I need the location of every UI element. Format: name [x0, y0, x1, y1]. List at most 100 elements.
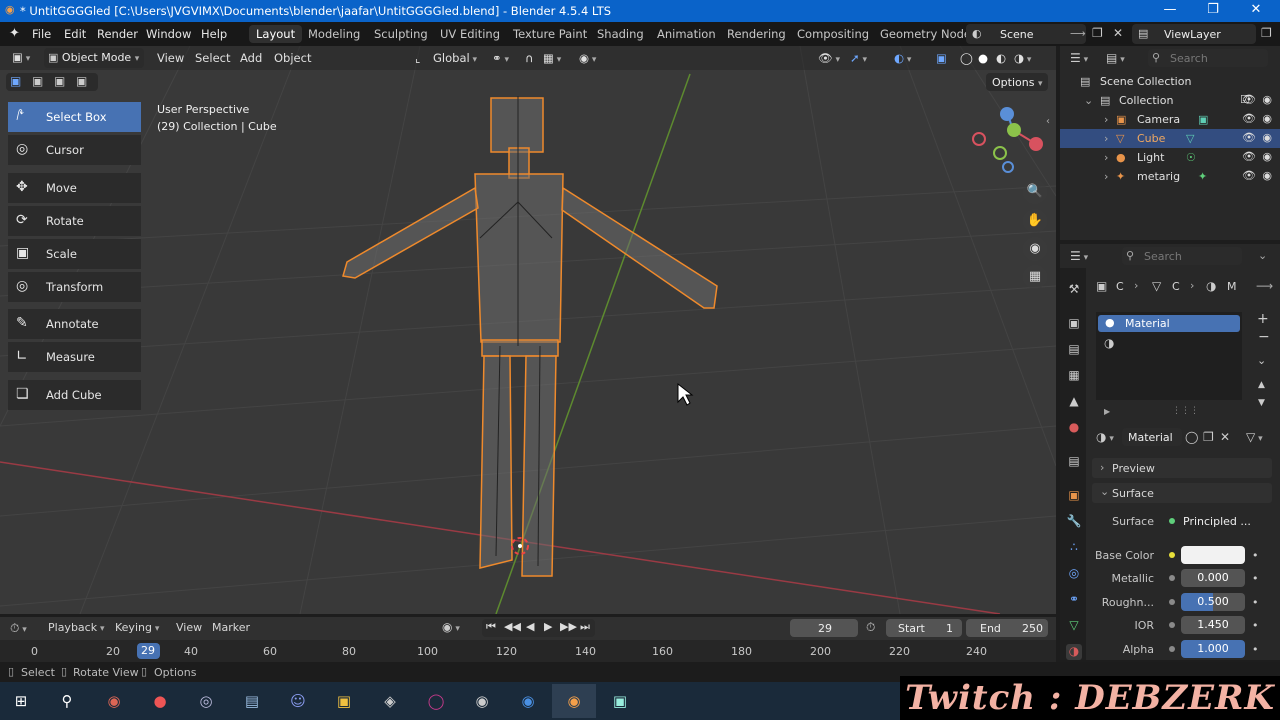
end-frame-field[interactable]: End 250: [966, 619, 1048, 637]
tab-compositing[interactable]: Compositing: [790, 25, 876, 43]
move-up-icon[interactable]: ▲: [1258, 380, 1265, 390]
rendered-shading-icon[interactable]: ◑: [1014, 51, 1031, 65]
material-shading-icon[interactable]: ◐: [996, 51, 1006, 65]
metallic-field[interactable]: 0.000: [1181, 569, 1245, 587]
visibility-eye-icon[interactable]: 👁: [1242, 150, 1256, 163]
render-camera-icon[interactable]: ◉: [1262, 169, 1272, 182]
proportional-edit-icon[interactable]: ◉: [579, 51, 596, 65]
tool-add-cube[interactable]: ❏ Add Cube: [8, 380, 141, 410]
auto-keying-icon[interactable]: ◉: [442, 620, 460, 634]
windows-start-icon[interactable]: ⊞: [8, 688, 34, 714]
outliner-search-input[interactable]: ⚲ Search: [1148, 49, 1268, 67]
roughness-socket-icon[interactable]: [1169, 599, 1175, 605]
menu-edit[interactable]: Edit: [64, 27, 86, 41]
outliner-row-light[interactable]: › ● Light ☉ 👁 ◉: [1060, 148, 1280, 167]
collapse-chevron-icon[interactable]: ⌄: [1084, 94, 1093, 107]
tool-scale[interactable]: ▣ Scale: [8, 239, 141, 269]
tab-layout[interactable]: Layout: [249, 25, 303, 43]
object-tab-icon[interactable]: ▣: [1066, 488, 1082, 504]
outliner-row-collection[interactable]: ⌄ ▤ Collection ☑ 👁 ◉: [1060, 91, 1280, 110]
render-camera-icon[interactable]: ◉: [1262, 150, 1272, 163]
search-taskbar-icon[interactable]: ⚲: [54, 688, 80, 714]
tool-cursor[interactable]: ◎ Cursor: [8, 135, 141, 165]
ior-socket-icon[interactable]: [1169, 622, 1175, 628]
remove-slot-icon[interactable]: −: [1258, 329, 1270, 345]
base-color-socket-icon[interactable]: [1169, 552, 1175, 558]
tool-transform[interactable]: ◎ Transform: [8, 272, 141, 302]
metallic-keyframe-dot-icon[interactable]: •: [1252, 572, 1259, 585]
opera-gx-icon[interactable]: ◯: [423, 688, 449, 714]
selected-cube-mesh[interactable]: [342, 97, 718, 577]
navigation-gizmo[interactable]: [972, 107, 1043, 173]
unlink-material-icon[interactable]: ✕: [1220, 430, 1230, 444]
tab-animation[interactable]: Animation: [650, 25, 723, 43]
select-new-icon[interactable]: ▣: [10, 74, 21, 88]
select-extend-icon[interactable]: ▣: [32, 74, 43, 88]
viewport-menu-select[interactable]: Select: [195, 51, 230, 65]
material-tab-icon[interactable]: ◑: [1066, 644, 1082, 660]
microphone-app-icon[interactable]: ●: [147, 688, 173, 714]
mode-selector[interactable]: ▣ Object Mode: [44, 48, 144, 68]
maximize-button[interactable]: ❐: [1193, 2, 1233, 17]
jump-keyframe-forward-icon[interactable]: ▶▶: [560, 620, 577, 633]
broadcast-app-icon[interactable]: ◎: [193, 688, 219, 714]
timeline-menu-marker[interactable]: Marker: [212, 621, 250, 634]
base-color-keyframe-dot-icon[interactable]: •: [1252, 549, 1259, 562]
collection-tab-icon[interactable]: ▤: [1066, 454, 1082, 470]
fake-user-shield-icon[interactable]: ◯: [1185, 430, 1198, 444]
select-subtract-icon[interactable]: ▣: [54, 74, 65, 88]
menu-window[interactable]: Window: [146, 27, 191, 41]
store-app-icon[interactable]: ▤: [239, 688, 265, 714]
properties-search-input[interactable]: ⚲ Search: [1122, 247, 1242, 265]
options-dropdown[interactable]: Options: [986, 73, 1048, 91]
surface-socket-icon[interactable]: [1169, 518, 1175, 524]
tab-texture-paint[interactable]: Texture Paint: [506, 25, 594, 43]
roughness-keyframe-dot-icon[interactable]: •: [1252, 596, 1259, 609]
perspective-toggle-icon[interactable]: ▦: [1023, 265, 1047, 289]
outliner-editor-type-icon[interactable]: ☰: [1070, 51, 1088, 65]
add-view-layer-icon[interactable]: ❐: [1261, 26, 1272, 40]
tool-rotate[interactable]: ⟳ Rotate: [8, 206, 141, 236]
pan-hand-icon[interactable]: ✋: [1023, 209, 1047, 233]
render-tab-icon[interactable]: ▣: [1066, 316, 1082, 332]
overlays-icon[interactable]: ◐: [894, 51, 911, 65]
tab-uv-editing[interactable]: UV Editing: [433, 25, 507, 43]
ior-keyframe-dot-icon[interactable]: •: [1252, 619, 1259, 632]
viewport-menu-add[interactable]: Add: [240, 51, 262, 65]
game-app-icon[interactable]: ◈: [377, 688, 403, 714]
pin-icon[interactable]: ⟶: [1070, 27, 1086, 40]
scene-tab-icon[interactable]: ▲: [1066, 394, 1082, 410]
render-camera-icon[interactable]: ◉: [1262, 93, 1272, 106]
snap-icon[interactable]: ∩: [525, 51, 533, 65]
browse-material-icon[interactable]: ◑: [1096, 430, 1114, 444]
tool-measure[interactable]: ∟ Measure: [8, 342, 141, 372]
expand-chevron-icon[interactable]: ›: [1104, 170, 1108, 183]
discord-icon[interactable]: ☺: [285, 688, 311, 714]
visibility-eye-icon[interactable]: 👁: [1242, 131, 1256, 144]
move-down-icon[interactable]: ▼: [1258, 398, 1265, 408]
data-tab-icon[interactable]: ▽: [1066, 618, 1082, 634]
tab-modeling[interactable]: Modeling: [301, 25, 367, 43]
tool-select-box[interactable]: ⭚ Select Box: [8, 102, 141, 132]
current-frame-field[interactable]: 29: [790, 619, 858, 637]
properties-editor-type-icon[interactable]: ☰: [1070, 249, 1088, 263]
outliner-row-scene-collection[interactable]: ▤ Scene Collection: [1060, 72, 1280, 91]
sidebar-toggle-icon[interactable]: ‹: [1046, 116, 1050, 127]
add-slot-icon[interactable]: +: [1257, 311, 1269, 327]
base-color-swatch[interactable]: [1181, 546, 1245, 564]
expand-list-icon[interactable]: ▶: [1104, 407, 1110, 416]
view-layer-selector[interactable]: ▤ ViewLayer: [1132, 24, 1256, 44]
empty-slot-icon[interactable]: ◑: [1104, 336, 1114, 350]
tab-sculpting[interactable]: Sculpting: [367, 25, 435, 43]
render-camera-icon[interactable]: ◉: [1262, 112, 1272, 125]
solid-shading-icon[interactable]: ●: [978, 51, 988, 65]
material-name-field[interactable]: Material: [1122, 428, 1182, 446]
pivot-point-icon[interactable]: ⚭: [492, 51, 509, 65]
gizmo-icon[interactable]: ➚: [850, 51, 867, 65]
expand-chevron-icon[interactable]: ›: [1104, 113, 1108, 126]
surface-shader-value[interactable]: Principled ...: [1183, 515, 1251, 528]
view-layer-tab-icon[interactable]: ▦: [1066, 368, 1082, 384]
expand-chevron-icon[interactable]: ›: [1104, 151, 1108, 164]
world-tab-icon[interactable]: ●: [1066, 420, 1082, 436]
play-reverse-icon[interactable]: ◀: [526, 620, 534, 633]
